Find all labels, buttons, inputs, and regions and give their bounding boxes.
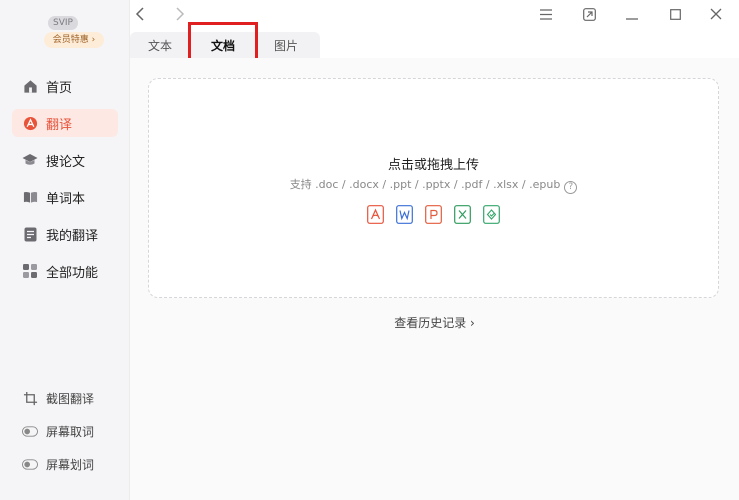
close-icon bbox=[710, 8, 722, 24]
minimize-icon bbox=[626, 8, 638, 24]
tab-text[interactable]: 文本 bbox=[140, 32, 180, 60]
pdf-icon bbox=[367, 205, 384, 224]
menu-icon bbox=[540, 8, 552, 24]
crop-icon bbox=[22, 390, 38, 406]
upload-dropzone[interactable]: 点击或拖拽上传 支持 .doc / .docx / .ppt / .pptx /… bbox=[148, 78, 719, 298]
supported-formats-text: 支持 .doc / .docx / .ppt / .pptx / .pdf / … bbox=[289, 178, 561, 191]
file-type-icons bbox=[149, 205, 718, 224]
maximize-button[interactable] bbox=[665, 6, 685, 26]
vip-promo-button[interactable]: 会员特惠 › bbox=[44, 32, 104, 48]
svip-badge: SVIP bbox=[48, 16, 78, 30]
sidebar-item-label: 我的翻译 bbox=[46, 228, 99, 244]
sidebar-item-wordbook[interactable]: 单词本 bbox=[12, 183, 118, 211]
tab-bar: 文本 文档 图片 bbox=[130, 22, 739, 68]
chevron-right-icon bbox=[175, 7, 185, 25]
sidebar-item-my-translations[interactable]: 我的翻译 bbox=[12, 220, 118, 248]
sidebar-item-label: 翻译 bbox=[46, 117, 73, 133]
excel-icon bbox=[454, 205, 471, 224]
tool-screen-selection[interactable]: 屏幕划词 bbox=[12, 450, 118, 478]
word-icon bbox=[396, 205, 413, 224]
tool-screenshot-translate[interactable]: 截图翻译 bbox=[12, 384, 118, 412]
tab-image[interactable]: 图片 bbox=[266, 32, 306, 60]
back-button[interactable] bbox=[130, 6, 150, 26]
main-content: 点击或拖拽上传 支持 .doc / .docx / .ppt / .pptx /… bbox=[130, 58, 739, 500]
vip-area[interactable]: SVIP 会员特惠 › bbox=[44, 12, 104, 48]
sidebar-item-label: 全部功能 bbox=[46, 265, 99, 281]
supported-formats: 支持 .doc / .docx / .ppt / .pptx / .pdf / … bbox=[149, 176, 718, 194]
book-icon bbox=[22, 189, 38, 205]
grid-icon bbox=[22, 263, 38, 279]
upload-title: 点击或拖拽上传 bbox=[387, 158, 479, 173]
sidebar-item-translate[interactable]: 翻译 bbox=[12, 109, 118, 137]
forward-button[interactable] bbox=[170, 6, 190, 26]
sidebar-item-all-features[interactable]: 全部功能 bbox=[12, 257, 118, 285]
tool-screen-word-pick[interactable]: 屏幕取词 bbox=[12, 417, 118, 445]
tool-label: 屏幕划词 bbox=[46, 457, 95, 472]
menu-button[interactable] bbox=[536, 6, 556, 26]
sidebar-tools: 截图翻译 屏幕取词 屏幕划词 bbox=[12, 384, 118, 483]
sidebar-item-label: 单词本 bbox=[46, 191, 86, 207]
home-icon bbox=[22, 78, 38, 94]
minimize-button[interactable] bbox=[622, 6, 642, 26]
document-icon bbox=[22, 226, 38, 242]
ppt-icon bbox=[425, 205, 442, 224]
graduation-cap-icon bbox=[22, 152, 38, 168]
toggle-icon[interactable] bbox=[22, 456, 38, 472]
sidebar-item-label: 搜论文 bbox=[46, 154, 86, 170]
view-history-link[interactable]: 查看历史记录 › bbox=[130, 314, 739, 331]
sidebar: SVIP 会员特惠 › 首页 翻译 搜论文 单词本 我的翻译 全部功能 截图翻译… bbox=[0, 0, 130, 500]
mini-window-icon bbox=[582, 7, 596, 25]
help-icon[interactable]: ? bbox=[564, 181, 578, 194]
epub-icon bbox=[483, 205, 500, 224]
sidebar-item-search-papers[interactable]: 搜论文 bbox=[12, 146, 118, 174]
chevron-left-icon bbox=[135, 7, 145, 25]
mini-mode-button[interactable] bbox=[579, 6, 599, 26]
maximize-icon bbox=[669, 8, 681, 24]
translate-icon bbox=[22, 115, 38, 131]
sidebar-nav: 首页 翻译 搜论文 单词本 我的翻译 全部功能 bbox=[12, 72, 118, 294]
toggle-icon[interactable] bbox=[22, 423, 38, 439]
sidebar-item-label: 首页 bbox=[46, 80, 73, 96]
close-button[interactable] bbox=[706, 6, 726, 26]
tool-label: 屏幕取词 bbox=[46, 424, 95, 439]
tool-label: 截图翻译 bbox=[46, 391, 95, 406]
sidebar-item-home[interactable]: 首页 bbox=[12, 72, 118, 100]
